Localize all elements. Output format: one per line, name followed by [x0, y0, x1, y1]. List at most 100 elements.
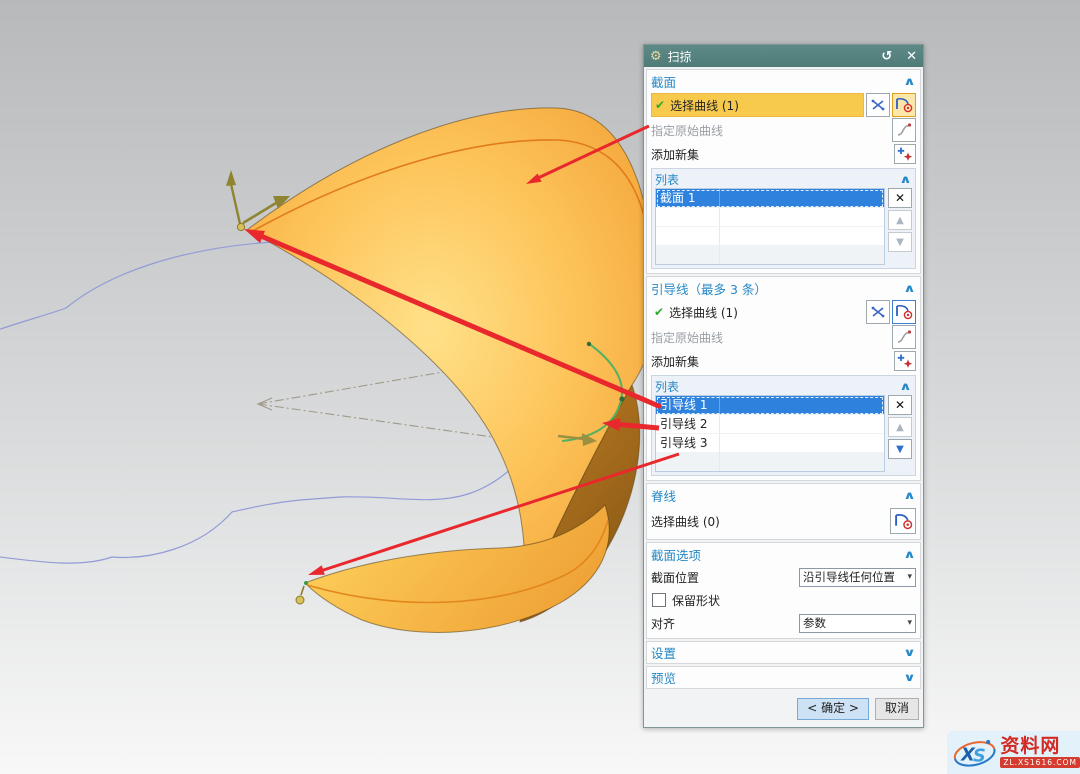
curve-rule-icon[interactable] [892, 300, 916, 324]
guides-select-curve-label: 选择曲线 (1) [669, 304, 738, 321]
section-select-curve-field[interactable]: ✔ 选择曲线 (1) [651, 93, 864, 117]
chevron-down-icon[interactable]: ∨ [903, 646, 916, 659]
original-curve-icon[interactable] [892, 118, 916, 142]
add-new-set-icon[interactable] [894, 351, 916, 371]
section-position-value: 沿引导线任何位置 [803, 569, 907, 585]
group-spine: 脊线 ∧ 选择曲线 (0) [646, 483, 921, 540]
keep-shape-label: 保留形状 [672, 592, 720, 609]
list-item-label: 引导线 1 [656, 396, 720, 414]
section-group-header[interactable]: 截面 ∧ [651, 71, 916, 92]
section-position-label: 截面位置 [651, 569, 799, 586]
section-list-panel: 列表 ∧ 截面 1 ✕ ▲ ▼ [651, 168, 916, 269]
dialog-title: 扫掠 [668, 48, 872, 65]
add-new-set-icon[interactable] [894, 144, 916, 164]
deselect-icon[interactable] [866, 300, 890, 324]
list-item-label [656, 453, 720, 471]
chevron-up-icon[interactable]: ∧ [903, 282, 916, 295]
chevron-up-icon[interactable]: ∧ [903, 548, 916, 561]
chevron-up-icon[interactable]: ∧ [903, 75, 916, 88]
guide-point-marker [619, 396, 624, 401]
list-item[interactable] [656, 246, 884, 264]
chevron-up-icon[interactable]: ∧ [899, 173, 912, 186]
watermark-site: ZL.XS1616.COM [1000, 757, 1080, 768]
preview-header[interactable]: 预览 ∨ [651, 667, 916, 688]
align-dropdown[interactable]: 参数 ▾ [799, 614, 916, 633]
guides-list: 引导线 1 引导线 2 引导线 3 [655, 395, 885, 472]
chevron-up-icon[interactable]: ∧ [903, 489, 916, 502]
section-position-dropdown[interactable]: 沿引导线任何位置 ▾ [799, 568, 916, 587]
watermark-name: 资料网 [1000, 737, 1080, 756]
move-up-icon[interactable]: ▲ [888, 417, 912, 437]
reset-icon[interactable]: ↺ [881, 49, 892, 64]
section-list: 截面 1 [655, 188, 885, 265]
remove-item-icon[interactable]: ✕ [888, 188, 912, 208]
section-options-header[interactable]: 截面选项 ∧ [651, 544, 916, 565]
cancel-button[interactable]: 取消 [875, 698, 919, 720]
guides-list-header[interactable]: 列表 ∧ [655, 378, 912, 395]
chevron-down-icon[interactable]: ∨ [903, 671, 916, 684]
list-item[interactable] [656, 227, 884, 246]
keep-shape-checkbox[interactable] [652, 593, 666, 607]
dialog-menu-gear-icon[interactable]: ⚙ [650, 49, 662, 64]
deselect-icon[interactable] [866, 93, 890, 117]
original-curve-icon[interactable] [892, 325, 916, 349]
guides-group-header[interactable]: 引导线（最多 3 条） ∧ [651, 278, 916, 299]
guide-point-marker [587, 342, 591, 346]
list-item[interactable] [656, 208, 884, 227]
specify-original-curve-label[interactable]: 指定原始曲线 [651, 329, 890, 346]
nx-application-window: { "dialog": { "title": "扫掠", "icons": { … [0, 0, 1080, 774]
move-up-icon[interactable]: ▲ [888, 210, 912, 230]
check-icon: ✔ [654, 305, 664, 319]
watermark: X S 资料网 ZL.XS1616.COM [947, 731, 1080, 774]
section-select-curve-label: 选择曲线 (1) [670, 97, 739, 114]
list-item[interactable] [656, 453, 884, 471]
dialog-footer: < 确定 > 取消 [646, 691, 921, 725]
group-preview: 预览 ∨ [646, 666, 921, 689]
chevron-up-icon[interactable]: ∧ [899, 380, 912, 393]
add-new-set-label[interactable]: 添加新集 [651, 146, 892, 163]
list-item-label [656, 246, 720, 264]
chevron-down-icon: ▾ [907, 572, 912, 582]
list-item-label [656, 208, 720, 226]
svg-text:S: S [973, 746, 986, 766]
align-value: 参数 [803, 615, 907, 631]
specify-original-curve-label[interactable]: 指定原始曲线 [651, 122, 890, 139]
list-item[interactable]: 引导线 3 [656, 434, 884, 453]
list-item[interactable]: 引导线 1 [656, 396, 884, 415]
group-settings: 设置 ∨ [646, 641, 921, 664]
watermark-logo: X S [951, 734, 998, 772]
curve-rule-icon[interactable] [892, 93, 916, 117]
move-down-icon[interactable]: ▼ [888, 232, 912, 252]
list-item-label: 引导线 3 [656, 434, 720, 452]
spine-group-header[interactable]: 脊线 ∧ [651, 485, 916, 506]
sweep-dialog: ⚙ 扫掠 ↺ ✕ 截面 ∧ ✔ 选择曲线 (1) [643, 44, 924, 728]
settings-header[interactable]: 设置 ∨ [651, 642, 916, 663]
remove-item-icon[interactable]: ✕ [888, 395, 912, 415]
guides-select-curve-field[interactable]: ✔ 选择曲线 (1) [651, 301, 864, 323]
spine-group-title: 脊线 [651, 486, 676, 505]
list-item-label: 引导线 2 [656, 415, 720, 433]
check-icon: ✔ [655, 98, 665, 112]
list-item[interactable]: 截面 1 [656, 189, 884, 208]
preview-title: 预览 [651, 668, 676, 687]
group-guides: 引导线（最多 3 条） ∧ ✔ 选择曲线 (1) 指定原始曲线 [646, 276, 921, 481]
align-label: 对齐 [651, 615, 799, 632]
spine-select-curve-label[interactable]: 选择曲线 (0) [651, 513, 888, 530]
ok-button[interactable]: < 确定 > [797, 698, 869, 720]
settings-title: 设置 [651, 643, 676, 662]
dialog-titlebar[interactable]: ⚙ 扫掠 ↺ ✕ [644, 45, 923, 67]
section-group-title: 截面 [651, 72, 676, 91]
guides-group-title: 引导线（最多 3 条） [651, 279, 767, 298]
add-new-set-label[interactable]: 添加新集 [651, 353, 892, 370]
move-down-icon[interactable]: ▼ [888, 439, 912, 459]
list-item-label: 截面 1 [656, 189, 720, 207]
list-item-label [656, 227, 720, 245]
curve-rule-icon[interactable] [890, 508, 916, 534]
section-options-title: 截面选项 [651, 545, 701, 564]
group-section-options: 截面选项 ∧ 截面位置 沿引导线任何位置 ▾ 保留形状 对齐 参数 ▾ [646, 542, 921, 639]
group-section: 截面 ∧ ✔ 选择曲线 (1) 指定原始曲线 [646, 69, 921, 274]
list-item[interactable]: 引导线 2 [656, 415, 884, 434]
list-header-label: 列表 [655, 378, 679, 395]
close-icon[interactable]: ✕ [906, 49, 917, 64]
section-list-header[interactable]: 列表 ∧ [655, 171, 912, 188]
